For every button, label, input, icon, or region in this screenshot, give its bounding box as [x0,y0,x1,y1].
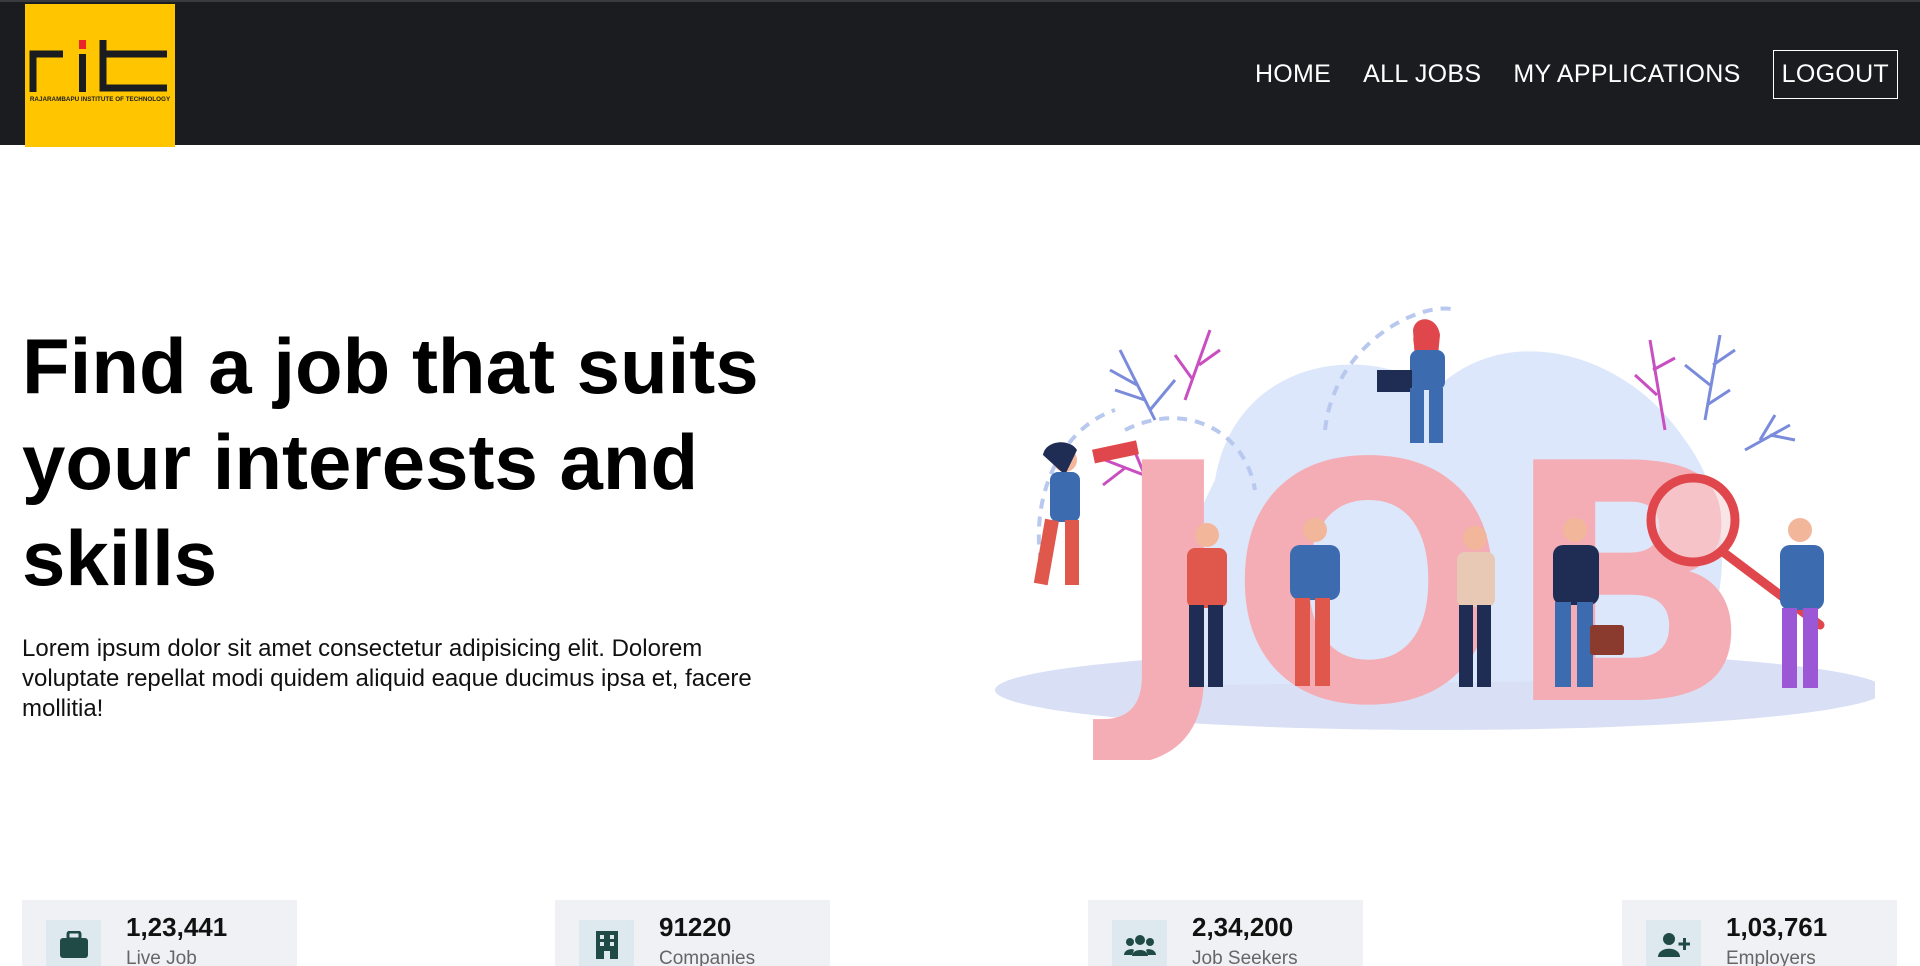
stat-card-companies: 91220 Companies [555,900,830,966]
stat-card-job-seekers: 2,34,200 Job Seekers [1088,900,1363,966]
stat-label: Companies [659,948,756,966]
nav-home[interactable]: HOME [1255,52,1331,97]
building-icon [579,920,634,966]
job-search-illustration: JOB [995,306,1875,760]
stat-value: 2,34,200 [1192,912,1294,942]
stat-label: Employers [1726,948,1816,966]
main-nav: HOME ALL JOBS MY APPLICATIONS LOGOUT [1223,50,1898,99]
logout-button[interactable]: LOGOUT [1772,50,1898,99]
hero-description: Lorem ipsum dolor sit amet consectetur a… [22,635,752,722]
users-icon [1112,920,1167,966]
nav-my-applications[interactable]: MY APPLICATIONS [1513,52,1740,97]
user-plus-icon [1646,920,1701,966]
top-navbar: RAJARAMBAPU INSTITUTE OF TECHNOLOGY HOME… [0,0,1920,147]
rit-logo[interactable]: RAJARAMBAPU INSTITUTE OF TECHNOLOGY [25,4,175,147]
hero-title: Find a job that suits your interests and… [22,322,759,602]
briefcase-icon [46,920,101,966]
logo-caption: RAJARAMBAPU INSTITUTE OF TECHNOLOGY [30,96,171,103]
stat-label: Job Seekers [1192,948,1298,966]
stat-value: 91220 [659,912,732,942]
nav-all-jobs[interactable]: ALL JOBS [1363,52,1481,97]
stat-card-live-jobs: 1,23,441 Live Job [22,900,297,966]
stat-value: 1,23,441 [126,912,228,942]
stat-value: 1,03,761 [1726,912,1828,942]
stat-label: Live Job [126,948,197,966]
stat-card-employers: 1,03,761 Employers [1622,900,1897,966]
